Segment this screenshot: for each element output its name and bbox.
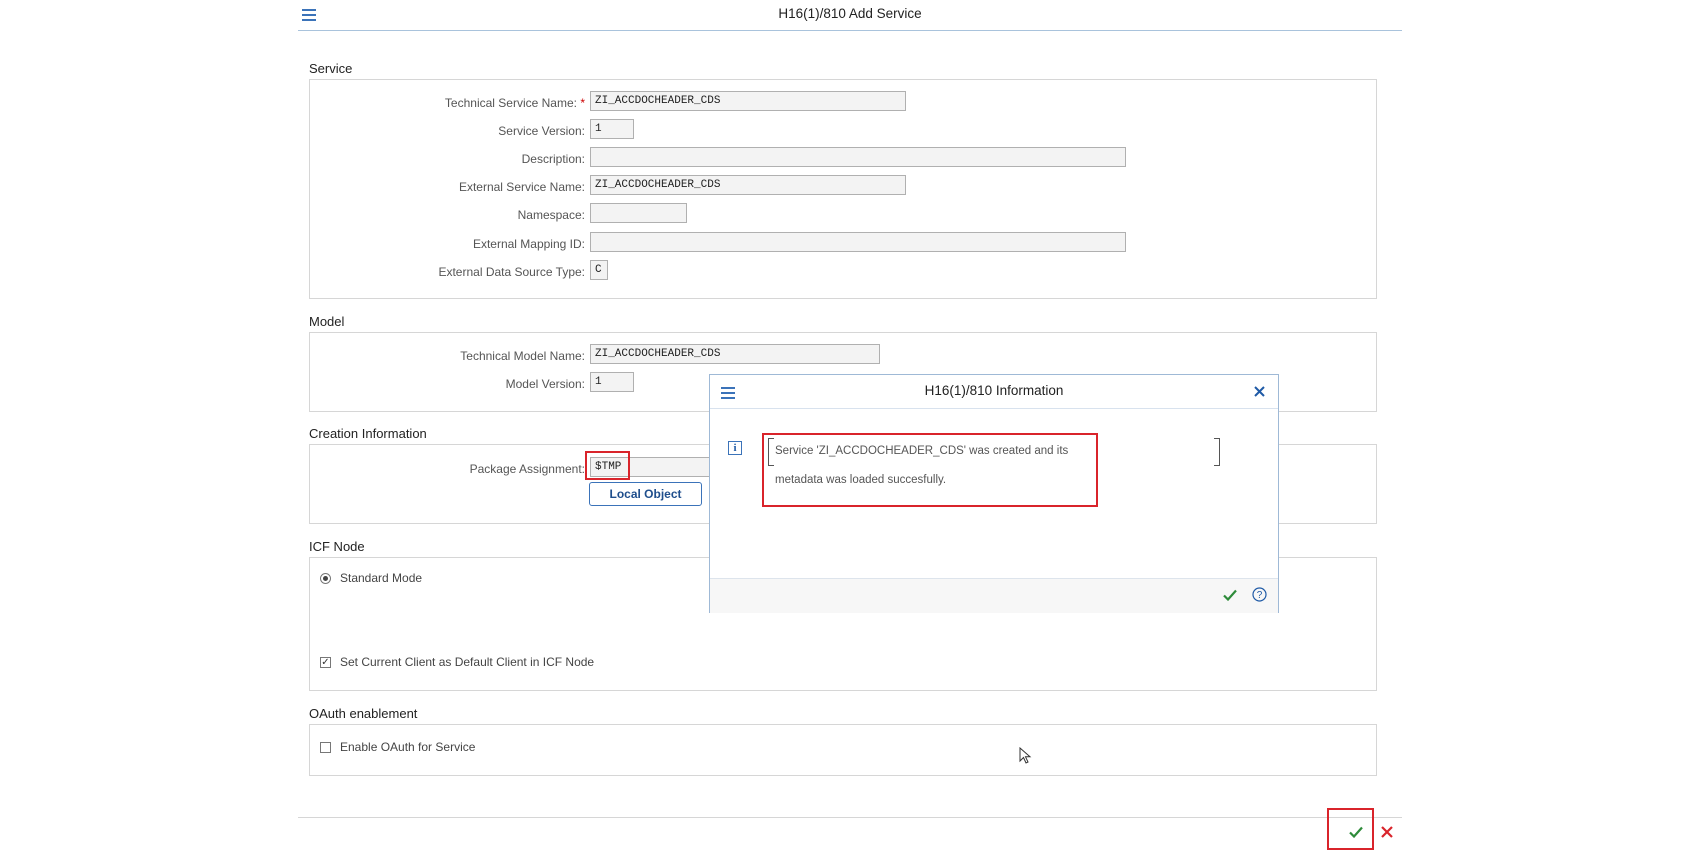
message-line-1: Service 'ZI_ACCDOCHEADER_CDS' was create… [775,445,1069,457]
message-line-2: metadata was loaded succesfully. [775,474,947,486]
set-current-client-label: Set Current Client as Default Client in … [340,655,595,669]
set-current-client-checkbox[interactable]: ✓ [320,657,331,668]
external-mapping-id-label: External Mapping ID: [472,237,585,251]
dialog-header-divider [710,408,1278,409]
mouse-cursor-icon [1019,747,1032,764]
cancel-x-icon[interactable] [1381,826,1393,838]
description-label: Description: [521,152,585,166]
external-mapping-id-field[interactable] [590,232,1126,252]
technical-service-name-label: Technical Service Name: * [444,96,585,110]
technical-service-name-field[interactable]: ZI_ACCDOCHEADER_CDS [590,91,906,111]
message-bracket-right [1214,438,1220,466]
section-title-model: Model [309,314,345,329]
external-data-source-type-label: External Data Source Type: [438,265,585,279]
checkmark-icon[interactable] [1349,826,1363,838]
window-title: H16(1)/810 Add Service [778,6,922,21]
technical-model-name-label: Technical Model Name: [460,349,585,363]
section-title-creation-information: Creation Information [309,426,427,441]
package-assignment-label: Package Assignment: [469,462,585,476]
dialog-title: H16(1)/810 Information [924,383,1064,398]
standard-mode-radio[interactable] [320,573,331,584]
info-icon: i [728,441,742,455]
enable-oauth-checkbox[interactable] [320,742,331,753]
enable-oauth-label: Enable OAuth for Service [340,740,476,754]
dialog-footer [710,578,1278,613]
dialog-confirm-checkmark-icon[interactable] [1223,589,1237,601]
close-icon[interactable] [1254,386,1265,397]
external-service-name-field[interactable]: ZI_ACCDOCHEADER_CDS [590,175,906,195]
namespace-field[interactable] [590,203,687,223]
model-version-label: Model Version: [505,377,585,391]
package-assignment-highlight [585,451,630,480]
help-icon[interactable]: ? [1252,587,1267,602]
service-version-field[interactable]: 1 [590,119,634,139]
section-title-service: Service [309,61,353,76]
message-bracket-left [768,438,774,466]
description-field[interactable] [590,147,1126,167]
section-title-icf-node: ICF Node [309,539,365,554]
technical-model-name-field[interactable]: ZI_ACCDOCHEADER_CDS [590,344,880,364]
standard-mode-label: Standard Mode [340,571,423,585]
bottom-divider [298,817,1402,818]
service-version-label: Service Version: [498,124,585,138]
external-data-source-type-field[interactable]: C [590,260,608,280]
svg-text:?: ? [1257,590,1263,601]
section-title-oauth: OAuth enablement [309,706,418,721]
external-service-name-label: External Service Name: [458,180,585,194]
model-version-field[interactable]: 1 [590,372,634,392]
local-object-button[interactable]: Local Object [589,482,702,506]
namespace-label: Namespace: [517,208,585,222]
